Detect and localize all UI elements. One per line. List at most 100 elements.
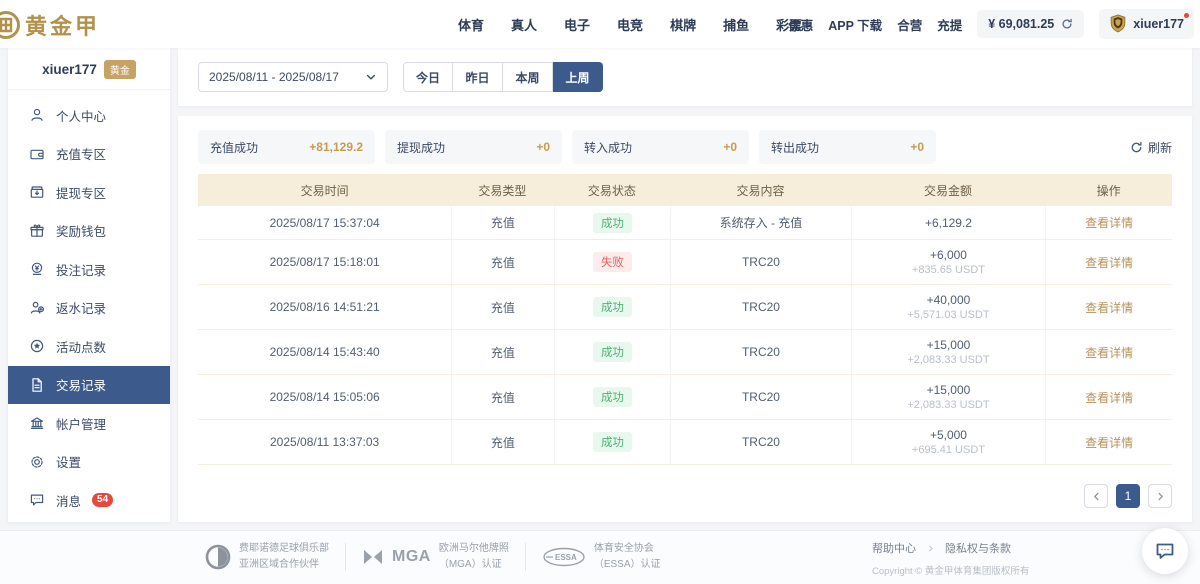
message-count-badge: 54 <box>92 493 113 507</box>
quick-link-1[interactable]: APP 下载 <box>828 15 882 34</box>
sidebar-item-0[interactable]: 个人中心 <box>8 96 170 135</box>
copyright: Copyright © 黄金甲体育集团版权所有 <box>872 563 1029 577</box>
sidebar-item-label: 充值专区 <box>56 144 106 163</box>
amount-main: +15,000 <box>927 383 971 397</box>
balance-pill[interactable]: ¥ 69,081.25 <box>977 10 1084 38</box>
view-details-link[interactable]: 查看详情 <box>1085 254 1133 271</box>
username: xiuer177 <box>1133 17 1184 31</box>
user-menu[interactable]: xiuer177 <box>1099 9 1194 39</box>
sidebar-item-3[interactable]: 奖励钱包 <box>8 212 170 251</box>
sidebar-username: xiuer177 <box>42 62 97 77</box>
amount-main: +6,000 <box>930 248 967 262</box>
sidebar-item-1[interactable]: 充值专区 <box>8 135 170 174</box>
pagination-prev[interactable] <box>1084 484 1108 508</box>
nav-item-4[interactable]: 棋牌 <box>670 15 696 34</box>
chat-fab[interactable] <box>1142 528 1188 574</box>
amount-main: +5,000 <box>930 428 967 442</box>
pagination-page-current[interactable]: 1 <box>1116 484 1140 508</box>
sidebar-menu: 个人中心充值专区提现专区奖励钱包投注记录返水记录活动点数交易记录帐户管理设置消息… <box>8 90 170 520</box>
sidebar-item-6[interactable]: 活动点数 <box>8 327 170 366</box>
table-row: 2025/08/17 15:18:01充值失败TRC20+6,000+835.6… <box>198 240 1172 285</box>
message-icon <box>29 492 45 508</box>
refresh-label: 刷新 <box>1148 139 1172 156</box>
nav-item-1[interactable]: 真人 <box>511 15 537 34</box>
header-right: 优惠 APP 下载合营充提 ¥ 69,081.25 xiuer177 <box>788 0 1194 48</box>
sidebar-item-9[interactable]: 设置 <box>8 443 170 482</box>
sidebar-item-label: 个人中心 <box>56 106 106 125</box>
vip-level-badge: 黄金 <box>104 60 136 79</box>
summary-row: 充值成功+81,129.2提现成功+0转入成功+0转出成功+0 刷新 <box>198 130 1172 164</box>
table-header: 交易时间交易类型交易状态交易内容交易金额操作 <box>198 174 1172 206</box>
cert-text: 费耶诺德足球俱乐部亚洲区域合作伙伴 <box>239 541 329 572</box>
cell-transaction-amount: +6,000+835.65 USDT <box>851 240 1046 284</box>
sidebar-item-label: 返水记录 <box>56 298 106 317</box>
quick-link-3[interactable]: 充提 <box>937 15 962 34</box>
table-row: 2025/08/17 15:37:04充值成功系统存入 - 充值+6,129.2… <box>198 206 1172 240</box>
tab-昨日[interactable]: 昨日 <box>453 62 503 92</box>
deposit-icon <box>29 146 45 162</box>
transaction-icon <box>29 377 45 393</box>
date-range-select[interactable]: 2025/08/11 - 2025/08/17 <box>198 62 388 92</box>
sidebar-item-8[interactable]: 帐户管理 <box>8 404 170 443</box>
footer-link-1[interactable]: 隐私权与条款 <box>945 540 1011 556</box>
sidebar-item-label: 消息 <box>56 491 81 510</box>
logo-icon <box>0 10 21 40</box>
table-row: 2025/08/16 14:51:21充值成功TRC20+40,000+5,57… <box>198 285 1172 330</box>
quick-link-2[interactable]: 合营 <box>897 15 922 34</box>
summary-value: +0 <box>536 140 550 154</box>
refresh-button[interactable]: 刷新 <box>1130 139 1172 156</box>
amount-usdt: +695.41 USDT <box>912 444 985 456</box>
site-logo[interactable]: 黄金甲 <box>0 9 100 41</box>
period-tabs: 今日昨日本周上周 <box>403 62 603 92</box>
table-row: 2025/08/11 13:37:03充值成功TRC20+5,000+695.4… <box>198 420 1172 465</box>
summary-box-1: 提现成功+0 <box>385 130 562 164</box>
cell-action: 查看详情 <box>1045 206 1172 239</box>
tab-今日[interactable]: 今日 <box>403 62 453 92</box>
pagination: 1 <box>1084 484 1172 508</box>
sidebar-item-2[interactable]: 提现专区 <box>8 173 170 212</box>
cell-transaction-time: 2025/08/17 15:37:04 <box>198 206 451 239</box>
nav-item-0[interactable]: 体育 <box>458 15 484 34</box>
view-details-link[interactable]: 查看详情 <box>1085 214 1133 231</box>
logo-text: 黄金甲 <box>25 9 100 41</box>
sidebar-item-4[interactable]: 投注记录 <box>8 250 170 289</box>
footer-link-0[interactable]: 帮助中心 <box>872 540 916 556</box>
nav-item-3[interactable]: 电竞 <box>617 15 643 34</box>
nav-item-2[interactable]: 电子 <box>564 15 590 34</box>
view-details-link[interactable]: 查看详情 <box>1085 389 1133 406</box>
certification-mga: MGA欧洲马尔他牌照（MGA）认证 <box>362 541 509 572</box>
cell-transaction-amount: +15,000+2,083.33 USDT <box>851 330 1046 374</box>
summary-label: 转入成功 <box>584 139 632 156</box>
footer-link-divider-icon <box>926 544 935 553</box>
top-header: 黄金甲 体育真人电子电竞棋牌捕鱼彩票 优惠APP 下载合营充提 ¥ 69,081… <box>0 0 1200 48</box>
cell-transaction-type: 充值 <box>451 375 553 419</box>
summary-label: 充值成功 <box>210 139 258 156</box>
sidebar-item-label: 提现专区 <box>56 183 106 202</box>
certifications: 费耶诺德足球俱乐部亚洲区域合作伙伴MGA欧洲马尔他牌照（MGA）认证ESSA体育… <box>205 541 661 572</box>
refresh-balance-icon[interactable] <box>1061 18 1073 30</box>
tab-本周[interactable]: 本周 <box>503 62 553 92</box>
nav-item-5[interactable]: 捕鱼 <box>723 15 749 34</box>
cell-transaction-amount: +5,000 +695.41 USDT <box>851 420 1046 464</box>
pagination-next[interactable] <box>1148 484 1172 508</box>
settings-icon <box>29 454 45 470</box>
view-details-link[interactable]: 查看详情 <box>1085 299 1133 316</box>
cell-transaction-content: 系统存入 - 充值 <box>670 206 850 239</box>
sidebar-user: xiuer177 黄金 <box>8 48 170 90</box>
records-panel: 充值成功+81,129.2提现成功+0转入成功+0转出成功+0 刷新 交易时间交… <box>178 116 1192 522</box>
view-details-link[interactable]: 查看详情 <box>1085 344 1133 361</box>
table-row: 2025/08/14 15:43:40充值成功TRC20+15,000+2,08… <box>198 330 1172 375</box>
refresh-icon <box>1130 141 1143 154</box>
sidebar-item-label: 投注记录 <box>56 260 106 279</box>
view-details-link[interactable]: 查看详情 <box>1085 434 1133 451</box>
amount-main: +15,000 <box>927 338 971 352</box>
cell-transaction-time: 2025/08/14 15:43:40 <box>198 330 451 374</box>
quick-link-0[interactable]: 优惠 <box>788 15 813 34</box>
points-icon <box>29 338 45 354</box>
sidebar-item-7[interactable]: 交易记录 <box>8 366 170 405</box>
certification-feyenoord: 费耶诺德足球俱乐部亚洲区域合作伙伴 <box>205 541 329 572</box>
tab-上周[interactable]: 上周 <box>553 62 603 92</box>
sidebar-item-10[interactable]: 消息 54 <box>8 481 170 520</box>
summary-boxes: 充值成功+81,129.2提现成功+0转入成功+0转出成功+0 <box>198 130 936 164</box>
sidebar-item-5[interactable]: 返水记录 <box>8 289 170 328</box>
